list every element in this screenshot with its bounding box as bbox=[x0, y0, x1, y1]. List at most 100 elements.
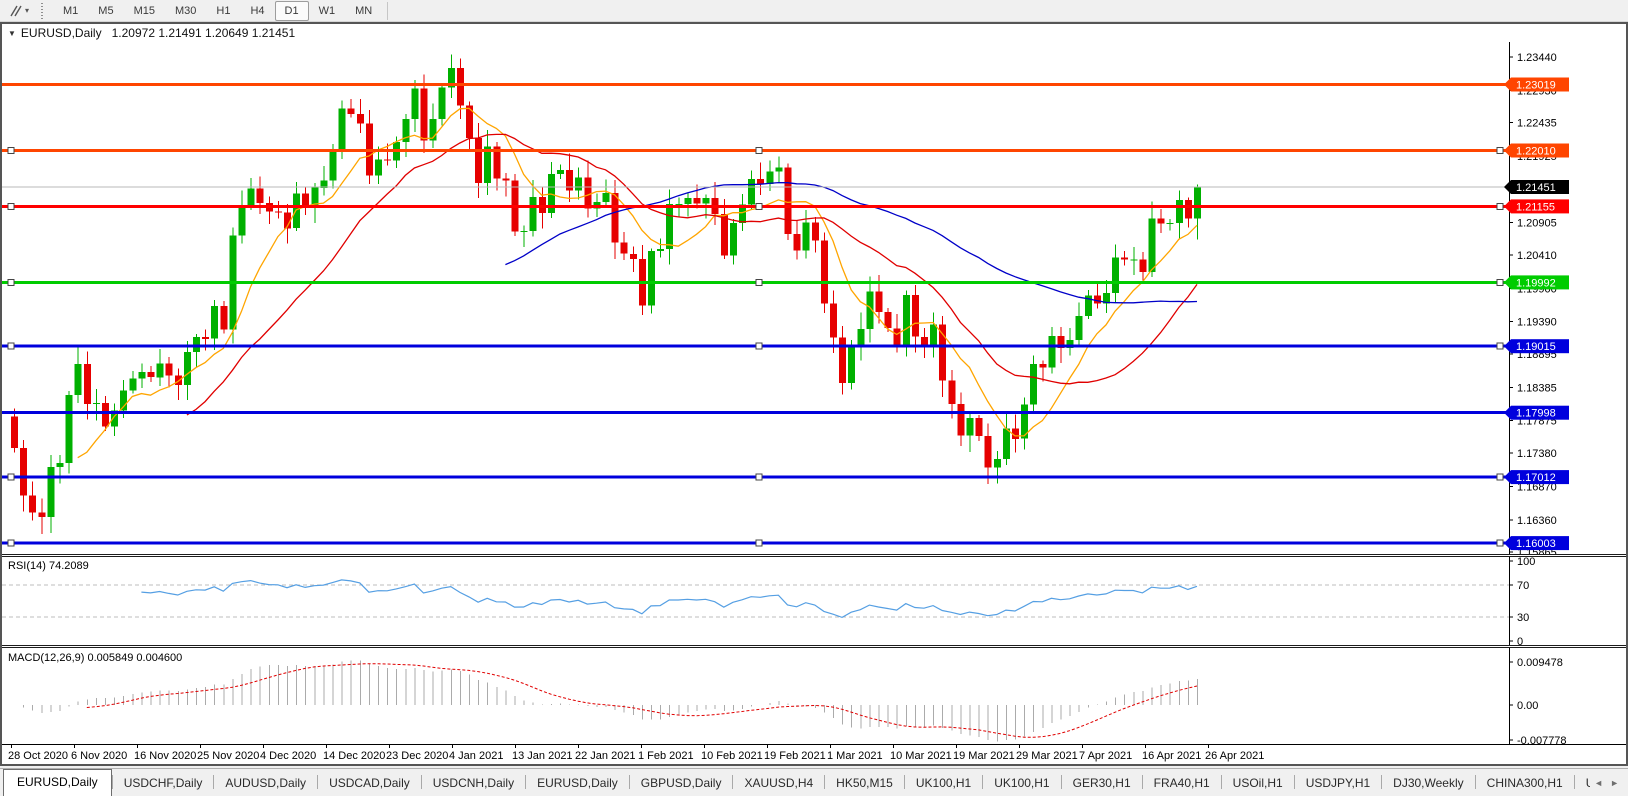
chart-tab-fra40-h1[interactable]: FRA40,H1 bbox=[1143, 771, 1221, 796]
price-chart-pane[interactable]: 1.234401.229301.224351.219251.214151.209… bbox=[2, 42, 1626, 554]
toolbar-separator bbox=[387, 2, 388, 20]
svg-text:1.21451: 1.21451 bbox=[1516, 182, 1556, 194]
svg-text:0.009478: 0.009478 bbox=[1517, 657, 1563, 669]
svg-text:-0.007778: -0.007778 bbox=[1517, 735, 1567, 744]
price-level-label: 1.23019 bbox=[1504, 78, 1569, 92]
timeframe-button-w1[interactable]: W1 bbox=[309, 1, 346, 21]
chart-tab-uk100-h1[interactable]: UK100,H1 bbox=[905, 771, 982, 796]
chart-header: ▼ EURUSD,Daily 1.20972 1.21491 1.20649 1… bbox=[2, 24, 295, 42]
chart-tab-gbpusd-daily[interactable]: GBPUSD,Daily bbox=[630, 771, 733, 796]
svg-text:1.23440: 1.23440 bbox=[1517, 52, 1557, 64]
price-level-line-1.17012[interactable] bbox=[2, 474, 1509, 480]
toolbar: ▾ M1M5M15M30H1H4D1W1MN bbox=[0, 0, 1628, 22]
chart-tab-dj30-weekly[interactable]: DJ30,Weekly bbox=[1382, 771, 1474, 796]
price-level-label: 1.17998 bbox=[1504, 406, 1569, 420]
svg-text:1.21155: 1.21155 bbox=[1516, 201, 1555, 213]
date-label: 4 Dec 2020 bbox=[260, 750, 316, 762]
svg-text:1.20410: 1.20410 bbox=[1517, 250, 1557, 262]
svg-text:0: 0 bbox=[1517, 636, 1523, 645]
collapse-icon[interactable]: ▼ bbox=[8, 29, 16, 38]
chart-tab-china300-h1[interactable]: CHINA300,H1 bbox=[1476, 771, 1574, 796]
chart-tab-eurusd-daily[interactable]: EURUSD,Daily bbox=[3, 769, 112, 796]
date-label: 19 Mar 2021 bbox=[953, 750, 1015, 762]
chart-tab-uk100-h1[interactable]: UK100,H1 bbox=[983, 771, 1060, 796]
date-label: 26 Apr 2021 bbox=[1205, 750, 1264, 762]
price-level-line-1.16003[interactable] bbox=[2, 540, 1509, 546]
rsi-pane[interactable]: 100 70 30 0 bbox=[2, 557, 1626, 645]
svg-text:30: 30 bbox=[1517, 612, 1529, 624]
chart-window: ▼ EURUSD,Daily 1.20972 1.21491 1.20649 1… bbox=[0, 22, 1628, 766]
chart-tab-xauusd-h4[interactable]: XAUUSD,H4 bbox=[733, 771, 824, 796]
svg-text:100: 100 bbox=[1517, 557, 1535, 568]
timeframe-button-h4[interactable]: H4 bbox=[240, 1, 274, 21]
date-label: 16 Apr 2021 bbox=[1142, 750, 1201, 762]
chart-symbol-label: EURUSD,Daily bbox=[21, 26, 102, 40]
chart-tab-usdjpy-h1[interactable]: USDJPY,H1 bbox=[1295, 771, 1381, 796]
chevron-down-icon: ▾ bbox=[25, 6, 29, 15]
date-axis: 28 Oct 20206 Nov 202016 Nov 202025 Nov 2… bbox=[2, 744, 1626, 764]
timeframe-button-m15[interactable]: M15 bbox=[124, 1, 165, 21]
svg-text:1.20905: 1.20905 bbox=[1517, 218, 1557, 230]
tab-scroll-right-button[interactable]: ► bbox=[1610, 778, 1619, 788]
date-label: 14 Dec 2020 bbox=[323, 750, 385, 762]
chart-tab-bar: EURUSD,DailyUSDCHF,DailyAUDUSD,DailyUSDC… bbox=[0, 768, 1628, 796]
date-label: 28 Oct 2020 bbox=[8, 750, 68, 762]
ohlc-values: 1.20972 1.21491 1.20649 1.21451 bbox=[112, 26, 296, 40]
timeframe-button-mn[interactable]: MN bbox=[345, 1, 382, 21]
svg-text:1.17380: 1.17380 bbox=[1517, 448, 1557, 460]
price-level-line-1.22010[interactable] bbox=[2, 148, 1509, 154]
price-level-line-1.21155[interactable] bbox=[2, 203, 1509, 209]
chart-tab-u[interactable]: U bbox=[1575, 771, 1590, 796]
svg-text:1.18385: 1.18385 bbox=[1517, 382, 1557, 394]
chart-tab-usdchf-daily[interactable]: USDCHF,Daily bbox=[113, 771, 214, 796]
date-label: 13 Jan 2021 bbox=[512, 750, 573, 762]
chart-tab-hk50-m15[interactable]: HK50,M15 bbox=[825, 771, 904, 796]
svg-text:1.19015: 1.19015 bbox=[1516, 341, 1556, 353]
svg-text:1.23019: 1.23019 bbox=[1516, 80, 1556, 92]
timeframe-button-d1[interactable]: D1 bbox=[275, 1, 309, 21]
chart-tabs: EURUSD,DailyUSDCHF,DailyAUDUSD,DailyUSDC… bbox=[0, 769, 1590, 796]
chart-tab-ger30-h1[interactable]: GER30,H1 bbox=[1062, 771, 1142, 796]
svg-text:1.17998: 1.17998 bbox=[1516, 408, 1556, 420]
date-label: 19 Feb 2021 bbox=[764, 750, 826, 762]
chart-tab-usoil-h1[interactable]: USOil,H1 bbox=[1222, 771, 1294, 796]
date-label: 1 Mar 2021 bbox=[827, 750, 883, 762]
svg-text:0.00: 0.00 bbox=[1517, 700, 1538, 712]
timeframe-button-m30[interactable]: M30 bbox=[165, 1, 206, 21]
draw-tool-icon bbox=[9, 4, 23, 18]
date-label: 29 Mar 2021 bbox=[1016, 750, 1078, 762]
chart-tab-usdcnh-daily[interactable]: USDCNH,Daily bbox=[422, 771, 525, 796]
tab-scroll-buttons: ◄ ► bbox=[1590, 778, 1628, 796]
timeframe-button-m5[interactable]: M5 bbox=[88, 1, 123, 21]
date-label: 22 Jan 2021 bbox=[575, 750, 636, 762]
chart-tab-audusd-daily[interactable]: AUDUSD,Daily bbox=[214, 771, 317, 796]
timeframe-button-m1[interactable]: M1 bbox=[53, 1, 88, 21]
svg-text:70: 70 bbox=[1517, 580, 1529, 592]
timeframe-button-h1[interactable]: H1 bbox=[206, 1, 240, 21]
chart-tab-eurusd-daily[interactable]: EURUSD,Daily bbox=[526, 771, 629, 796]
date-label: 1 Feb 2021 bbox=[638, 750, 694, 762]
ma-line-mid-ma bbox=[187, 134, 1197, 415]
price-level-label: 1.19992 bbox=[1504, 275, 1569, 289]
date-label: 16 Nov 2020 bbox=[134, 750, 196, 762]
macd-signal-line bbox=[87, 664, 1197, 738]
chart-tab-usdcad-daily[interactable]: USDCAD,Daily bbox=[318, 771, 421, 796]
tab-scroll-left-button[interactable]: ◄ bbox=[1594, 778, 1603, 788]
svg-text:1.17012: 1.17012 bbox=[1516, 472, 1556, 484]
svg-text:1.16003: 1.16003 bbox=[1516, 538, 1556, 550]
price-level-line-1.19992[interactable] bbox=[2, 279, 1509, 285]
svg-text:1.22435: 1.22435 bbox=[1517, 118, 1557, 130]
timeframe-bar: M1M5M15M30H1H4D1W1MN bbox=[53, 0, 393, 22]
price-level-line-1.19015[interactable] bbox=[2, 343, 1509, 349]
candles bbox=[11, 54, 1201, 534]
draw-tool-button[interactable]: ▾ bbox=[4, 2, 34, 20]
date-label: 4 Jan 2021 bbox=[449, 750, 503, 762]
svg-text:1.22010: 1.22010 bbox=[1516, 146, 1556, 158]
rsi-line bbox=[141, 580, 1197, 618]
price-level-label: 1.19015 bbox=[1504, 339, 1569, 353]
toolbar-grip[interactable] bbox=[41, 3, 43, 19]
macd-pane[interactable]: 0.009478 0.00 -0.007778 bbox=[2, 648, 1626, 744]
date-label: 7 Apr 2021 bbox=[1079, 750, 1132, 762]
macd-histogram bbox=[15, 660, 1198, 741]
price-level-label: 1.21155 bbox=[1504, 199, 1569, 213]
